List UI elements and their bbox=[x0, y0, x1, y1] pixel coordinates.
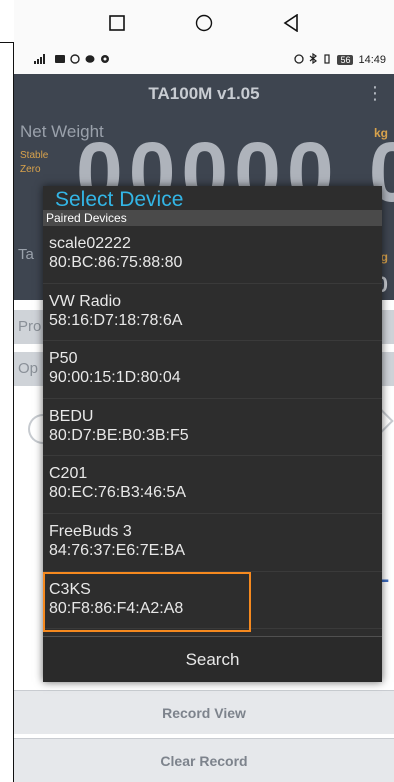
status-bar: 56 14:49 bbox=[14, 46, 394, 74]
signal-icon bbox=[34, 53, 50, 67]
phone-screen: 56 14:49 TA100M v1.05 ⋮ Net Weight kg St… bbox=[14, 0, 394, 782]
tare-label: Ta bbox=[18, 246, 34, 263]
app-title: TA100M v1.05 bbox=[148, 84, 260, 103]
device-item[interactable]: C201 80:EC:76:B3:46:5A bbox=[43, 456, 382, 514]
dialog-title: Select Device bbox=[55, 188, 184, 211]
back-icon[interactable] bbox=[271, 3, 311, 43]
vibrate-icon bbox=[322, 53, 332, 67]
device-mac: 84:76:37:E6:7E:BA bbox=[49, 541, 186, 559]
alarm-icon bbox=[294, 53, 305, 67]
status-time: 14:49 bbox=[358, 54, 386, 66]
recent-apps-icon[interactable] bbox=[97, 3, 137, 43]
app-bar: TA100M v1.05 ⋮ bbox=[14, 74, 394, 114]
device-item[interactable]: P50 90:00:15:1D:80:04 bbox=[43, 341, 382, 399]
device-name: C201 bbox=[49, 465, 88, 483]
message-icon bbox=[85, 54, 95, 67]
device-name: FreeBuds 3 bbox=[49, 522, 132, 540]
settings-icon bbox=[100, 54, 110, 67]
operator-label: Op bbox=[18, 360, 39, 377]
device-name: BEDU bbox=[49, 407, 94, 425]
bluetooth-icon bbox=[309, 52, 318, 67]
selected-device-highlight bbox=[43, 572, 251, 632]
search-button[interactable]: Search bbox=[43, 636, 382, 682]
device-name: P50 bbox=[49, 350, 78, 368]
device-mac: 80:EC:76:B3:46:5A bbox=[49, 484, 186, 502]
select-device-dialog: Select Device Paired Devices scale02222 … bbox=[43, 186, 382, 682]
device-mac: 80:BC:86:75:88:80 bbox=[49, 254, 183, 271]
device-item[interactable]: scale02222 80:BC:86:75:88:80 bbox=[43, 226, 382, 284]
paired-devices-header: Paired Devices bbox=[43, 210, 382, 226]
app-notification-icon bbox=[70, 53, 80, 67]
device-mac: 58:16:D7:18:78:6A bbox=[49, 311, 183, 329]
record-view-button[interactable]: Record View bbox=[14, 690, 394, 734]
device-mac: 90:00:15:1D:80:04 bbox=[49, 369, 181, 387]
device-item[interactable]: VW Radio 58:16:D7:18:78:6A bbox=[43, 284, 382, 342]
notification-icon bbox=[55, 54, 65, 67]
system-nav-bar bbox=[14, 0, 394, 46]
device-name: VW Radio bbox=[49, 292, 122, 310]
overflow-menu-icon[interactable]: ⋮ bbox=[366, 83, 384, 104]
device-name: scale02222 bbox=[49, 235, 131, 252]
battery-icon: 56 bbox=[337, 55, 354, 65]
status-icons-right: 56 14:49 bbox=[294, 52, 386, 67]
device-list: scale02222 80:BC:86:75:88:80 VW Radio 58… bbox=[43, 226, 382, 630]
clear-record-button[interactable]: Clear Record bbox=[14, 738, 394, 782]
device-item[interactable]: FreeBuds 3 84:76:37:E6:7E:BA bbox=[43, 514, 382, 572]
device-item[interactable]: BEDU 80:D7:BE:B0:3B:F5 bbox=[43, 399, 382, 457]
device-mac: 80:D7:BE:B0:3B:F5 bbox=[49, 426, 189, 444]
home-icon[interactable] bbox=[184, 3, 224, 43]
zero-indicator: Zero bbox=[20, 164, 41, 175]
product-label: Pro bbox=[18, 318, 42, 335]
status-icons-left bbox=[34, 53, 110, 67]
frame-line bbox=[0, 42, 14, 43]
stable-indicator: Stable bbox=[20, 150, 49, 161]
